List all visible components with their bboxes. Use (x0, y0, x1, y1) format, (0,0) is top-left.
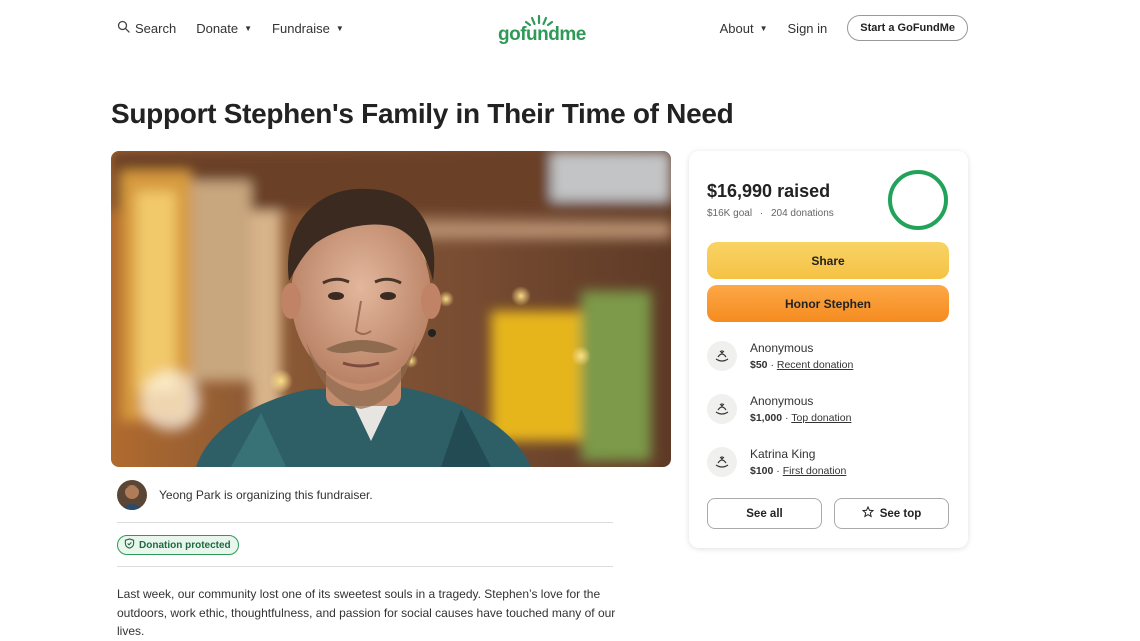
sign-in-label: Sign in (787, 20, 828, 36)
search-label: Search (135, 20, 177, 36)
nav-right: About ▼ Sign in Start a GoFundMe (720, 15, 968, 41)
see-top-button[interactable]: See top (834, 498, 949, 529)
donation-line: $100 · First donation (750, 465, 846, 477)
progress-ring (888, 170, 948, 230)
search-link[interactable]: Search (117, 20, 176, 36)
separator-dot: · (785, 412, 789, 424)
donation-item: Anonymous $50 · Recent donation (707, 340, 853, 371)
about-label: About (719, 20, 754, 36)
divider (117, 522, 613, 523)
separator-dot: · (759, 208, 764, 219)
star-icon (861, 505, 874, 521)
avatar-image (117, 480, 147, 510)
donation-item: Katrina King $100 · First donation (707, 446, 846, 477)
honor-button[interactable]: Honor Stephen (707, 285, 949, 322)
see-top-label: See top (879, 507, 922, 520)
donation-amount: $50 (750, 359, 768, 371)
fundraise-menu[interactable]: Fundraise ▼ (272, 21, 344, 36)
donations-count: 204 donations (770, 208, 834, 219)
divider (117, 566, 613, 567)
donor-hands-icon (707, 447, 737, 477)
search-icon (117, 20, 130, 36)
about-menu[interactable]: About ▼ (720, 21, 768, 36)
donate-menu[interactable]: Donate ▼ (196, 21, 252, 36)
fundraise-label: Fundraise (272, 20, 330, 36)
shield-check-icon (124, 538, 135, 552)
fundraiser-photo[interactable] (111, 151, 671, 467)
organizer-text: Yeong Park is organizing this fundraiser… (159, 488, 373, 502)
donation-amount: $100 (750, 465, 774, 477)
donation-card: $16,990 raised $16K goal · 204 donations… (689, 151, 968, 548)
share-button[interactable]: Share (707, 242, 949, 279)
amount-raised: $16,990 raised (707, 181, 831, 201)
donation-amount: $1,000 (750, 412, 783, 424)
donation-line: $1,000 · Top donation (750, 412, 851, 424)
sign-in-link[interactable]: Sign in (788, 21, 828, 36)
chevron-down-icon: ▼ (759, 23, 768, 33)
organizer-info: Yeong Park is organizing this fundraiser… (117, 480, 373, 510)
donor-name: Anonymous (750, 341, 814, 355)
see-all-label: See all (746, 507, 783, 520)
goal-info: $16K goal · 204 donations (707, 208, 834, 219)
organizer-avatar[interactable] (117, 480, 147, 510)
nav-left: Search Donate ▼ Fundraise ▼ (117, 20, 344, 36)
donor-hands-icon (707, 341, 737, 371)
donor-name: Anonymous (750, 394, 814, 408)
donate-label: Donate (196, 20, 239, 36)
fundraiser-photo-image (111, 151, 671, 467)
site-header: Search Donate ▼ Fundraise ▼ gofundme Abo… (0, 0, 1140, 58)
donation-protected-badge[interactable]: Donation protected (117, 535, 239, 555)
goal-amount: $16K goal (707, 208, 753, 219)
separator-dot: · (776, 465, 780, 477)
chevron-down-icon: ▼ (335, 23, 344, 33)
page-title: Support Stephen's Family in Their Time o… (111, 98, 734, 129)
donation-type-link[interactable]: Top donation (791, 412, 851, 424)
donor-name: Katrina King (750, 447, 816, 461)
donation-type-link[interactable]: Recent donation (777, 359, 853, 371)
see-all-button[interactable]: See all (707, 498, 822, 529)
donation-line: $50 · Recent donation (750, 359, 853, 371)
start-gofundme-button[interactable]: Start a GoFundMe (847, 15, 968, 41)
badge-label: Donation protected (139, 539, 231, 551)
separator-dot: · (770, 359, 774, 371)
donor-hands-icon (707, 394, 737, 424)
chevron-down-icon: ▼ (244, 23, 253, 33)
story-text: Last week, our community lost one of its… (117, 587, 616, 638)
donation-type-link[interactable]: First donation (783, 465, 847, 477)
progress-ring-fill (888, 170, 948, 230)
donation-item: Anonymous $1,000 · Top donation (707, 393, 851, 424)
logo-text: gofundme (498, 24, 586, 45)
